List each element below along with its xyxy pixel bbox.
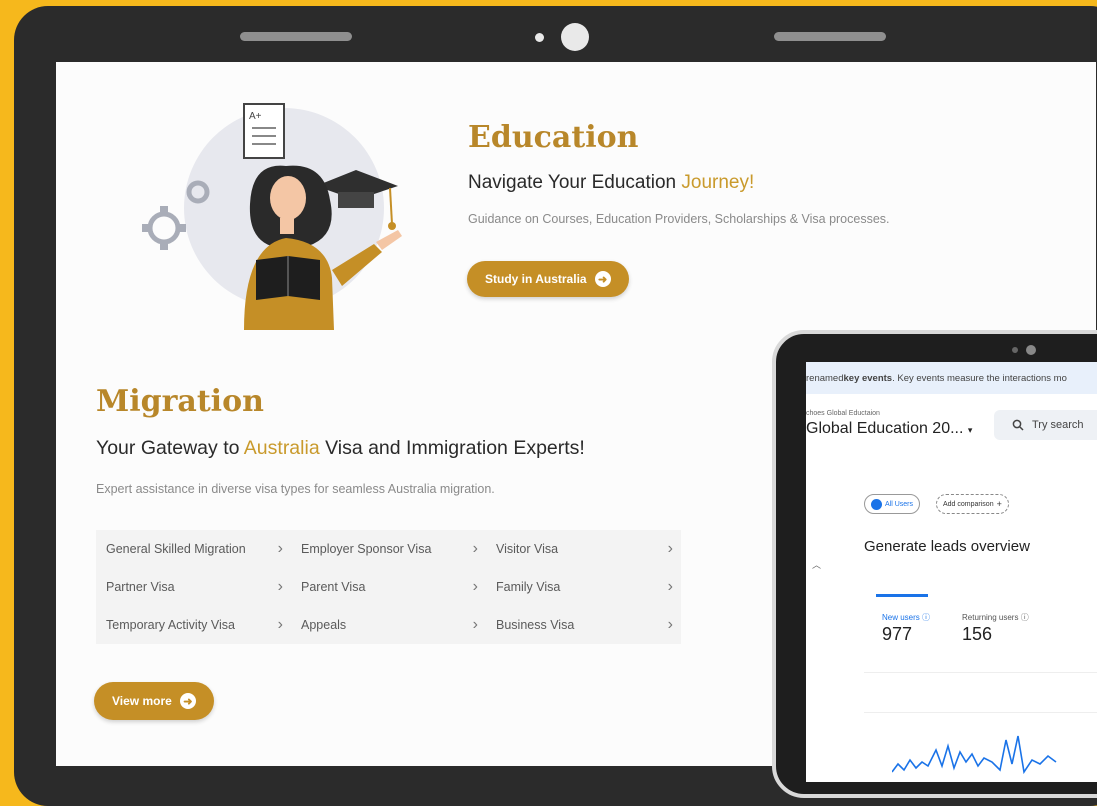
chevron-right-icon: › — [277, 578, 283, 595]
analytics-screen: renamed key events. Key events measure t… — [806, 362, 1097, 782]
visa-link-label: Partner Visa — [106, 580, 175, 594]
visa-row: General Skilled Migration › Employer Spon… — [96, 530, 681, 568]
visa-link-employer-sponsor[interactable]: Employer Sponsor Visa › — [291, 530, 486, 568]
visa-link-general-skilled-migration[interactable]: General Skilled Migration › — [96, 530, 291, 568]
banner-prefix: renamed — [806, 372, 844, 384]
arrow-right-circle-icon: ➜ — [594, 271, 611, 287]
migration-subtitle-tail: Visa and Immigration Experts! — [319, 437, 585, 459]
chevron-right-icon: › — [667, 616, 673, 633]
tablet-camera-icon — [1026, 345, 1036, 355]
chevron-right-icon: › — [277, 540, 283, 557]
metric-value-new-users: 977 — [882, 624, 913, 644]
all-users-label: All Users — [885, 500, 914, 508]
migration-subtitle-accent: Australia — [243, 437, 320, 459]
visa-link-appeals[interactable]: Appeals › — [291, 606, 486, 644]
active-metric-indicator — [876, 594, 928, 597]
collapse-chevron-icon[interactable]: ︿ — [812, 558, 821, 571]
visa-types-grid: General Skilled Migration › Employer Spon… — [96, 530, 681, 644]
visa-link-label: General Skilled Migration — [106, 542, 246, 556]
chart-gridline — [864, 712, 1097, 713]
education-subtitle-text: Navigate Your Education — [468, 172, 682, 193]
study-in-australia-label: Study in Australia — [485, 272, 587, 286]
chevron-right-icon: › — [667, 540, 673, 557]
laptop-speaker-left — [240, 32, 352, 41]
visa-link-partner[interactable]: Partner Visa › — [96, 568, 291, 606]
plus-icon: + — [996, 499, 1002, 509]
migration-title: Migration — [96, 384, 264, 419]
arrow-right-circle-icon: ➜ — [179, 693, 196, 709]
migration-subtitle-text: Your Gateway to — [96, 437, 244, 459]
visa-link-family[interactable]: Family Visa › — [486, 568, 681, 606]
education-title: Education — [468, 120, 639, 155]
chevron-right-icon: › — [277, 616, 283, 633]
visa-link-label: Parent Visa — [301, 580, 366, 594]
visa-link-temporary-activity[interactable]: Temporary Activity Visa › — [96, 606, 291, 644]
migration-subtitle: Your Gateway to Australia Visa and Immig… — [96, 437, 585, 460]
account-name: choes Global Eductaion — [806, 410, 880, 417]
laptop-speaker-right — [774, 32, 886, 41]
chevron-right-icon: › — [472, 616, 478, 633]
visa-link-label: Employer Sponsor Visa — [301, 542, 432, 556]
visa-link-label: Temporary Activity Visa — [106, 618, 235, 632]
segment-avatar-icon — [871, 498, 882, 510]
add-comparison-chip[interactable]: Add comparison + — [936, 494, 1009, 514]
users-sparkline — [892, 735, 1057, 775]
property-selector[interactable]: Global Education 20... ▾ — [806, 420, 972, 438]
new-users-label: New users — [882, 613, 920, 622]
add-comparison-label: Add comparison — [943, 500, 994, 508]
banner-suffix: . Key events measure the interactions mo — [892, 372, 1067, 384]
migration-description: Expert assistance in diverse visa types … — [96, 482, 495, 496]
visa-link-visitor[interactable]: Visitor Visa › — [486, 530, 681, 568]
search-placeholder: Try search — [1032, 419, 1084, 431]
returning-users-label: Returning users — [962, 613, 1019, 622]
visa-row: Temporary Activity Visa › Appeals › Busine… — [96, 606, 681, 644]
camera-sensor-icon — [535, 33, 544, 42]
key-events-banner: renamed key events. Key events measure t… — [806, 362, 1097, 394]
property-name: Global Education 20... — [806, 420, 964, 437]
metric-label-new-users[interactable]: New users ⓘ — [882, 612, 930, 623]
banner-bold: key events — [843, 372, 893, 384]
camera-icon — [561, 23, 589, 51]
view-more-label: View more — [112, 694, 172, 708]
page-heading: Generate leads overview — [864, 538, 1030, 555]
search-input[interactable]: Try search — [994, 410, 1097, 440]
education-subtitle: Navigate Your Education Journey! — [468, 172, 754, 194]
visa-link-parent[interactable]: Parent Visa › — [291, 568, 486, 606]
metric-value-returning-users: 156 — [962, 624, 993, 644]
tablet-camera-icon — [1012, 347, 1018, 353]
metric-label-returning-users[interactable]: Returning users ⓘ — [962, 612, 1029, 623]
help-circle-icon: ⓘ — [922, 613, 931, 622]
search-icon — [1012, 419, 1024, 431]
visa-link-label: Visitor Visa — [496, 542, 559, 556]
report-card-icon: A+ — [243, 103, 285, 159]
visa-row: Partner Visa › Parent Visa › Family Visa › — [96, 568, 681, 606]
all-users-chip[interactable]: All Users — [864, 494, 921, 514]
study-in-australia-button[interactable]: Study in Australia ➜ — [467, 261, 629, 297]
education-description: Guidance on Courses, Education Providers… — [468, 212, 890, 226]
visa-link-label: Family Visa — [496, 580, 561, 594]
visa-link-label: Appeals — [301, 618, 347, 632]
visa-link-label: Business Visa — [496, 618, 575, 632]
chart-gridline — [864, 672, 1097, 673]
chevron-right-icon: › — [472, 540, 478, 557]
education-illustration: A+ — [142, 103, 402, 330]
help-circle-icon: ⓘ — [1020, 613, 1029, 622]
grade-text: A+ — [249, 111, 262, 122]
visa-link-business[interactable]: Business Visa › — [486, 606, 681, 644]
chevron-right-icon: › — [472, 578, 478, 595]
dropdown-caret-icon: ▾ — [967, 425, 973, 435]
view-more-button[interactable]: View more ➜ — [94, 682, 214, 720]
education-subtitle-accent: Journey! — [681, 172, 755, 193]
chevron-right-icon: › — [667, 578, 673, 595]
tablet-frame: renamed key events. Key events measure t… — [772, 330, 1097, 798]
